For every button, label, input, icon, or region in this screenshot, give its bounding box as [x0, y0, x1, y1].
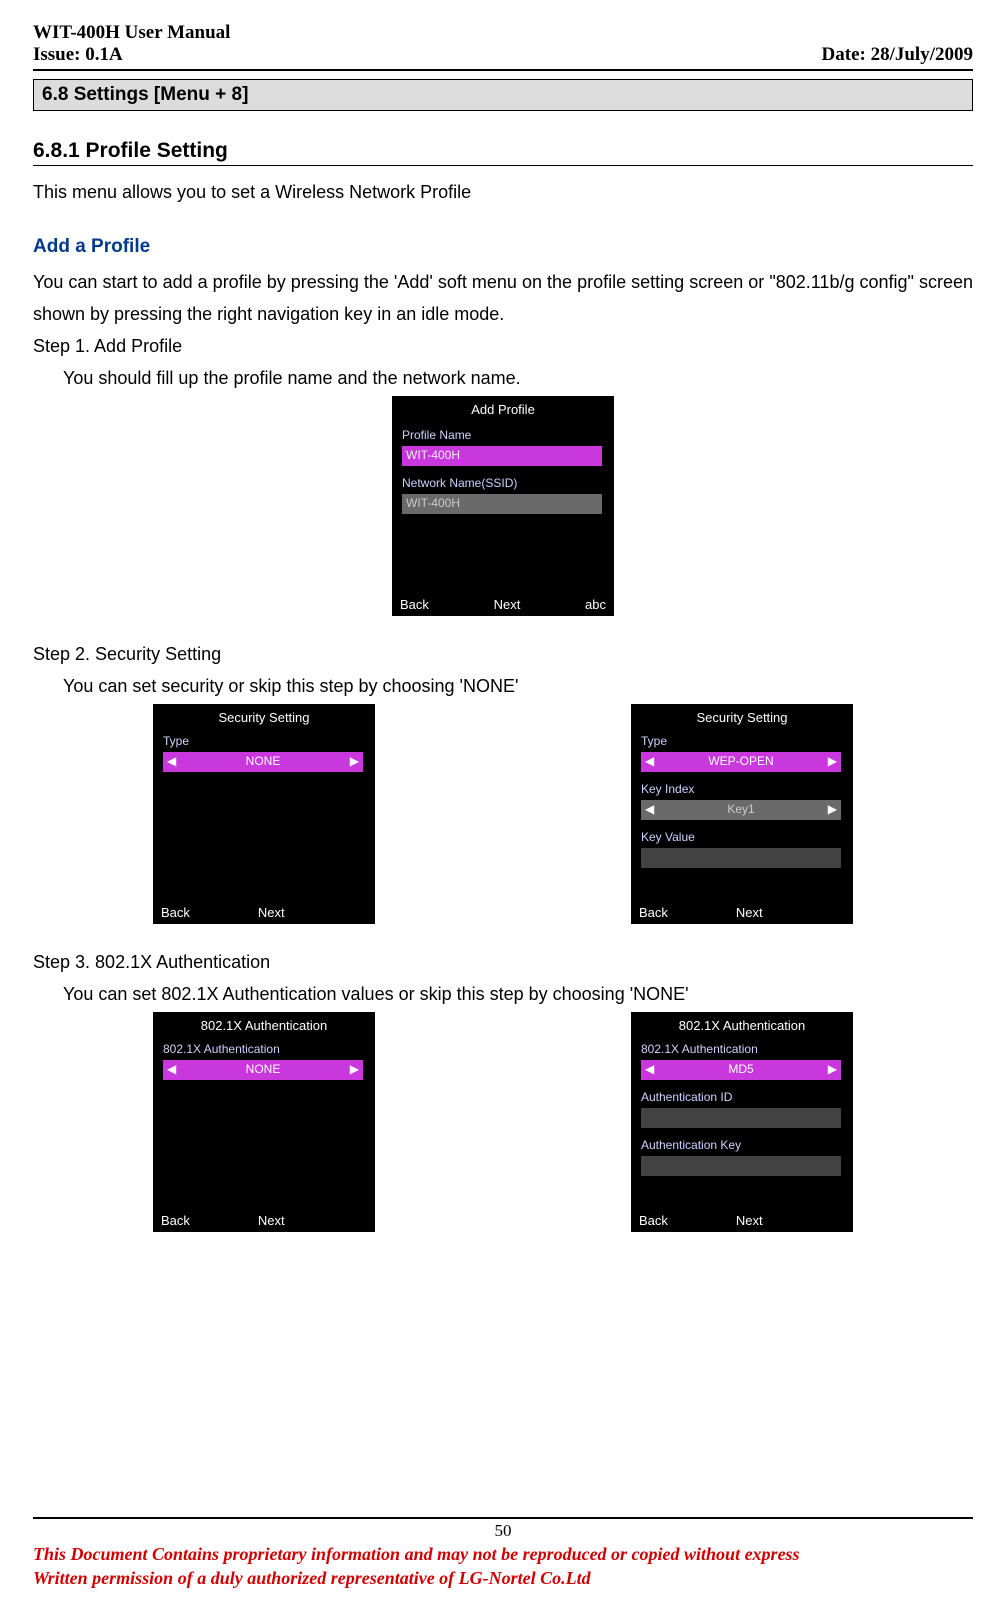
profile-name-input[interactable]: WIT-400H: [402, 446, 602, 466]
softkey-mode[interactable]: abc: [585, 597, 606, 612]
phone-add-profile: Add Profile Profile Name WIT-400H Networ…: [392, 396, 614, 616]
field-label: 802.1X Authentication: [163, 1042, 280, 1056]
phone-title: Security Setting: [631, 710, 853, 725]
phone-title: Security Setting: [153, 710, 375, 725]
field-label: Type: [163, 734, 189, 748]
softkey-back[interactable]: Back: [400, 597, 429, 612]
selector-value: WEP-OPEN: [708, 754, 773, 768]
header-title-row: WIT-400H User Manual: [33, 22, 973, 44]
field-label: Profile Name: [402, 428, 471, 442]
softkey-bar: Back Next: [153, 905, 375, 920]
document-page: WIT-400H User Manual Issue: 0.1A Date: 2…: [0, 0, 1006, 1601]
date-label: Date: 28/July/2009: [822, 44, 973, 66]
left-arrow-icon[interactable]: ◀: [167, 1062, 176, 1076]
right-arrow-icon[interactable]: ▶: [350, 1062, 359, 1076]
keyvalue-input[interactable]: [641, 848, 841, 868]
ssid-input[interactable]: WIT-400H: [402, 494, 602, 514]
softkey-back[interactable]: Back: [639, 1213, 668, 1228]
softkey-bar: Back Next: [631, 905, 853, 920]
step3-text: You can set 802.1X Authentication values…: [33, 978, 973, 1010]
phone-title: 802.1X Authentication: [153, 1018, 375, 1033]
auth-key-input[interactable]: [641, 1156, 841, 1176]
right-arrow-icon[interactable]: ▶: [350, 754, 359, 768]
field-label: Key Index: [641, 782, 694, 796]
right-arrow-icon[interactable]: ▶: [828, 802, 837, 816]
section-heading: 6.8 Settings [Menu + 8]: [33, 79, 973, 111]
step2-heading: Step 2. Security Setting: [33, 638, 973, 670]
softkey-next[interactable]: Next: [258, 1213, 285, 1228]
softkey-bar: Back Next abc: [392, 597, 614, 612]
softkey-back[interactable]: Back: [161, 905, 190, 920]
field-label: 802.1X Authentication: [641, 1042, 758, 1056]
phone-8021x-md5: 802.1X Authentication 802.1X Authenticat…: [631, 1012, 853, 1232]
field-label: Type: [641, 734, 667, 748]
left-arrow-icon[interactable]: ◀: [645, 1062, 654, 1076]
softkey-next[interactable]: Next: [494, 597, 521, 612]
subsection-heading: 6.8.1 Profile Setting: [33, 139, 973, 166]
header-issue-row: Issue: 0.1A Date: 28/July/2009: [33, 44, 973, 66]
auth-id-input[interactable]: [641, 1108, 841, 1128]
add-profile-heading: Add a Profile: [33, 236, 973, 258]
field-label: Network Name(SSID): [402, 476, 517, 490]
selector-value: Key1: [727, 802, 754, 816]
screenshot-row-2: Security Setting Type ◀ NONE ▶ Back Next…: [33, 704, 973, 924]
step1-text: You should fill up the profile name and …: [33, 362, 973, 394]
page-number: 50: [33, 1521, 973, 1541]
softkey-next[interactable]: Next: [736, 1213, 763, 1228]
selector-value: NONE: [246, 754, 281, 768]
phone-security-wep: Security Setting Type ◀ WEP-OPEN ▶ Key I…: [631, 704, 853, 924]
step2-text: You can set security or skip this step b…: [33, 670, 973, 702]
softkey-next[interactable]: Next: [736, 905, 763, 920]
step1-heading: Step 1. Add Profile: [33, 330, 973, 362]
issue-label: Issue: 0.1A: [33, 44, 123, 66]
right-arrow-icon[interactable]: ▶: [828, 754, 837, 768]
field-label: Authentication Key: [641, 1138, 741, 1152]
add-profile-paragraph: You can start to add a profile by pressi…: [33, 266, 973, 330]
selector-value: MD5: [728, 1062, 753, 1076]
intro-text: This menu allows you to set a Wireless N…: [33, 176, 973, 208]
left-arrow-icon[interactable]: ◀: [167, 754, 176, 768]
phone-8021x-none: 802.1X Authentication 802.1X Authenticat…: [153, 1012, 375, 1232]
header-rule: [33, 69, 973, 71]
keyindex-selector[interactable]: ◀ Key1 ▶: [641, 800, 841, 820]
disclaimer-line1: This Document Contains proprietary infor…: [33, 1543, 973, 1565]
selector-value: NONE: [246, 1062, 281, 1076]
softkey-next[interactable]: Next: [258, 905, 285, 920]
step3-heading: Step 3. 802.1X Authentication: [33, 946, 973, 978]
screenshot-row-3: 802.1X Authentication 802.1X Authenticat…: [33, 1012, 973, 1232]
auth-selector[interactable]: ◀ NONE ▶: [163, 1060, 363, 1080]
left-arrow-icon[interactable]: ◀: [645, 802, 654, 816]
screenshot-row-1: Add Profile Profile Name WIT-400H Networ…: [33, 396, 973, 616]
type-selector[interactable]: ◀ WEP-OPEN ▶: [641, 752, 841, 772]
auth-selector[interactable]: ◀ MD5 ▶: [641, 1060, 841, 1080]
softkey-spacer: [353, 1213, 367, 1228]
softkey-back[interactable]: Back: [161, 1213, 190, 1228]
softkey-back[interactable]: Back: [639, 905, 668, 920]
footer-rule: [33, 1517, 973, 1519]
page-footer: 50 This Document Contains proprietary in…: [33, 1513, 973, 1589]
phone-title: Add Profile: [392, 402, 614, 417]
manual-title: WIT-400H User Manual: [33, 22, 230, 44]
type-selector[interactable]: ◀ NONE ▶: [163, 752, 363, 772]
field-label: Key Value: [641, 830, 695, 844]
softkey-bar: Back Next: [631, 1213, 853, 1228]
phone-title: 802.1X Authentication: [631, 1018, 853, 1033]
softkey-spacer: [353, 905, 367, 920]
left-arrow-icon[interactable]: ◀: [645, 754, 654, 768]
softkey-spacer: [831, 1213, 845, 1228]
softkey-bar: Back Next: [153, 1213, 375, 1228]
right-arrow-icon[interactable]: ▶: [828, 1062, 837, 1076]
softkey-spacer: [831, 905, 845, 920]
phone-security-none: Security Setting Type ◀ NONE ▶ Back Next: [153, 704, 375, 924]
field-label: Authentication ID: [641, 1090, 732, 1104]
disclaimer-line2: Written permission of a duly authorized …: [33, 1567, 973, 1589]
